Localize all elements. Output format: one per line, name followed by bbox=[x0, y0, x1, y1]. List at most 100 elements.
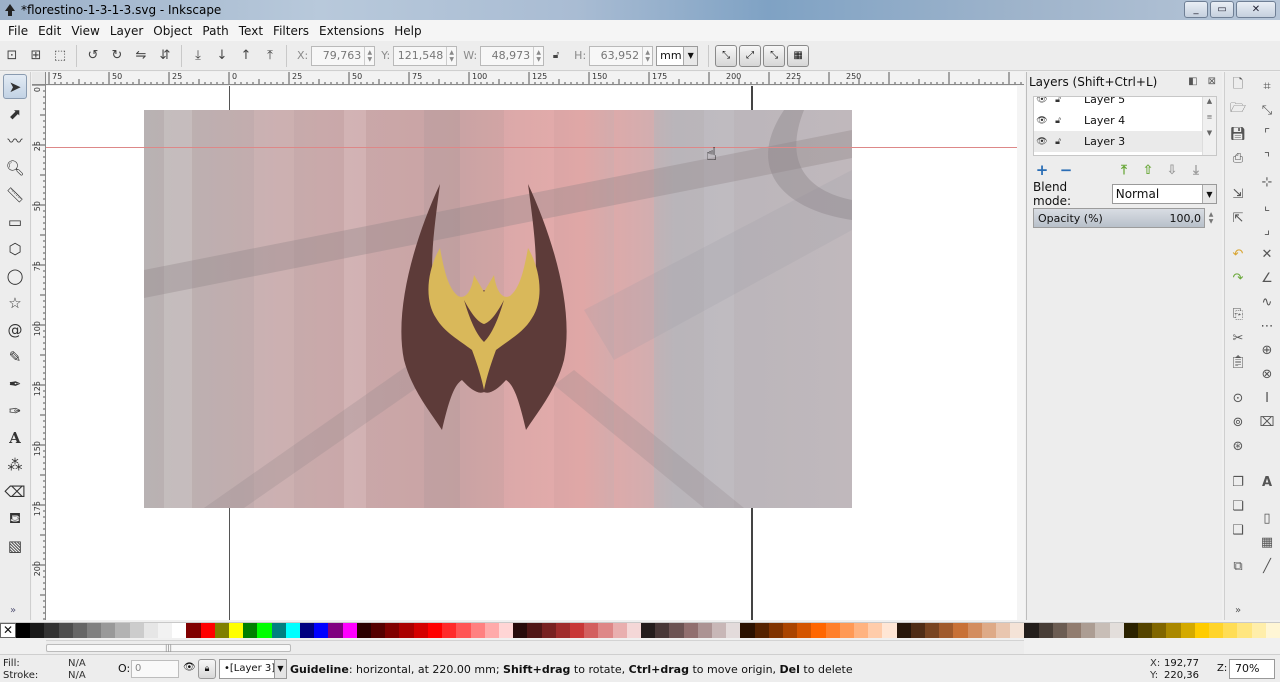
background-photo[interactable] bbox=[144, 110, 852, 508]
open-icon[interactable]: 🗁︎ bbox=[1228, 100, 1248, 120]
ellipse-tool-icon[interactable]: ◯ bbox=[3, 263, 27, 288]
color-swatch[interactable] bbox=[939, 623, 954, 638]
opacity-spin-arrows[interactable]: ▲ ▼ bbox=[1205, 208, 1217, 228]
color-swatch[interactable] bbox=[910, 623, 925, 638]
horizontal-scrollbar-thumb[interactable]: ||| bbox=[46, 644, 291, 652]
measure-tool-icon[interactable]: 📏︎ bbox=[3, 182, 27, 207]
lower-icon[interactable]: ↓ bbox=[211, 45, 233, 67]
color-swatch[interactable] bbox=[413, 623, 428, 638]
layer-to-bottom-icon[interactable]: ⤓ bbox=[1187, 161, 1205, 179]
color-swatch[interactable] bbox=[328, 623, 343, 638]
lock-open-icon[interactable]: 🔓︎ bbox=[1050, 97, 1066, 105]
color-swatch[interactable] bbox=[1010, 623, 1025, 638]
zoom-field[interactable]: 70% bbox=[1229, 659, 1275, 679]
color-swatch[interactable] bbox=[271, 623, 286, 638]
copy-icon[interactable]: ⎘ bbox=[1228, 304, 1248, 324]
blend-mode-select[interactable]: Normal ▼ bbox=[1111, 184, 1217, 204]
menu-path[interactable]: Path bbox=[197, 24, 233, 38]
h-spin-arrows[interactable]: ▲ ▼ bbox=[642, 46, 652, 65]
lock-icon[interactable]: 🔒︎ bbox=[198, 659, 216, 679]
color-swatch[interactable] bbox=[669, 623, 684, 638]
color-swatch[interactable] bbox=[72, 623, 88, 638]
horizontal-guideline[interactable] bbox=[46, 147, 1024, 148]
color-swatch[interactable] bbox=[285, 623, 301, 638]
maximize-button[interactable]: ▭ bbox=[1210, 1, 1234, 18]
color-swatch[interactable] bbox=[555, 623, 570, 638]
snap-text-baseline-icon[interactable]: Ⅰ bbox=[1257, 388, 1277, 408]
vertical-scrollbar[interactable] bbox=[1017, 86, 1025, 620]
text-tool-icon[interactable]: A bbox=[3, 425, 27, 450]
paste-icon[interactable]: 📋︎ bbox=[1228, 352, 1248, 372]
export-icon[interactable]: ⇱ bbox=[1228, 208, 1248, 228]
color-swatch[interactable] bbox=[1038, 623, 1053, 638]
color-swatch[interactable] bbox=[1109, 623, 1124, 638]
scale-stroke-toggle-icon[interactable]: ⤡ bbox=[715, 44, 738, 67]
raise-icon[interactable]: ↑ bbox=[235, 45, 257, 67]
snap-intersections-icon[interactable]: ✕ bbox=[1257, 244, 1277, 264]
paint-bucket-tool-icon[interactable]: ⛾ bbox=[3, 506, 27, 531]
color-swatch[interactable] bbox=[200, 623, 215, 638]
color-swatch[interactable] bbox=[1081, 623, 1096, 638]
print-icon[interactable]: ⎙ bbox=[1228, 148, 1248, 168]
clone-icon[interactable]: ❏ bbox=[1228, 496, 1248, 516]
pen-tool-icon[interactable]: ✒ bbox=[3, 371, 27, 396]
color-swatch[interactable] bbox=[569, 623, 585, 638]
color-swatch[interactable] bbox=[1123, 623, 1139, 638]
color-swatch[interactable] bbox=[1152, 623, 1167, 638]
redo-icon[interactable]: ↷ bbox=[1228, 268, 1248, 288]
menu-file[interactable]: File bbox=[3, 24, 33, 38]
snap-bbox-midpoints-icon[interactable]: ⊹ bbox=[1257, 172, 1277, 192]
color-swatch[interactable] bbox=[768, 623, 783, 638]
color-swatch[interactable] bbox=[427, 623, 443, 638]
h-field[interactable]: 63,952 ▲ ▼ bbox=[589, 45, 654, 66]
color-swatch[interactable] bbox=[782, 623, 798, 638]
layer-row[interactable]: 👁︎ 🔓︎ Layer 4 bbox=[1034, 110, 1216, 131]
menu-help[interactable]: Help bbox=[389, 24, 426, 38]
rotate-ccw-icon[interactable]: ↺ bbox=[82, 45, 104, 67]
calligraphy-tool-icon[interactable]: ✑ bbox=[3, 398, 27, 423]
eye-icon[interactable]: 👁︎ bbox=[183, 662, 196, 673]
color-swatch[interactable] bbox=[953, 623, 968, 638]
snap-bbox-edges-icon[interactable]: ⌜ bbox=[1257, 124, 1277, 144]
dock-close-icon[interactable]: ⊠ bbox=[1208, 76, 1216, 87]
menu-filters[interactable]: Filters bbox=[268, 24, 314, 38]
snap-midpoints-icon[interactable]: ⋯ bbox=[1257, 316, 1277, 336]
duplicate-icon[interactable]: ❐ bbox=[1228, 472, 1248, 492]
undo-icon[interactable]: ↶ bbox=[1228, 244, 1248, 264]
current-layer-select[interactable]: •[Layer 3] ▼ bbox=[219, 659, 287, 679]
menu-layer[interactable]: Layer bbox=[105, 24, 148, 38]
fill-value[interactable]: N/A bbox=[68, 658, 86, 669]
color-swatch[interactable] bbox=[342, 623, 357, 638]
color-swatch[interactable] bbox=[1095, 623, 1110, 638]
zoom-page-icon[interactable]: ⊛ bbox=[1228, 436, 1248, 456]
color-swatch[interactable] bbox=[825, 623, 840, 638]
menu-extensions[interactable]: Extensions bbox=[314, 24, 389, 38]
group-icon[interactable]: ⧉ bbox=[1228, 556, 1248, 576]
color-swatch[interactable] bbox=[143, 623, 159, 638]
zoom-selection-icon[interactable]: ⊙ bbox=[1228, 388, 1248, 408]
color-swatch[interactable] bbox=[186, 623, 201, 638]
color-swatch[interactable] bbox=[981, 623, 997, 638]
layer-row[interactable]: 👁︎ 🔓︎ Layer 3 bbox=[1034, 131, 1216, 152]
spiral-tool-icon[interactable]: @ bbox=[3, 317, 27, 342]
new-document-icon[interactable]: 🗋︎ bbox=[1228, 76, 1248, 96]
w-field[interactable]: 48,973 ▲ ▼ bbox=[480, 45, 545, 66]
opacity-short-field[interactable]: 0 bbox=[131, 660, 179, 678]
eye-icon[interactable]: 👁︎ bbox=[1034, 116, 1050, 126]
color-swatch[interactable] bbox=[243, 623, 258, 638]
grid-icon[interactable]: ▦ bbox=[1257, 532, 1277, 552]
color-swatch[interactable] bbox=[683, 623, 698, 638]
vertical-ruler[interactable]: 0 25 50 75 100 125 150 175 200 bbox=[32, 85, 46, 620]
snap-bbox-corners-icon[interactable]: ⌝ bbox=[1257, 148, 1277, 168]
layer-to-top-icon[interactable]: ⤒ bbox=[1115, 161, 1133, 179]
dock-iconify-icon[interactable]: ◧ bbox=[1188, 76, 1197, 87]
color-swatch[interactable] bbox=[626, 623, 641, 638]
color-swatch[interactable] bbox=[1237, 623, 1252, 638]
selector-tool-icon[interactable]: ➤ bbox=[3, 74, 27, 99]
pencil-tool-icon[interactable]: ✎ bbox=[3, 344, 27, 369]
horizontal-scrollbar[interactable]: ||| bbox=[46, 640, 1024, 654]
snap-paths-icon[interactable]: ⌟ bbox=[1257, 220, 1277, 240]
color-swatch[interactable] bbox=[214, 623, 230, 638]
color-swatch[interactable] bbox=[1166, 623, 1181, 638]
color-swatch[interactable] bbox=[356, 623, 372, 638]
